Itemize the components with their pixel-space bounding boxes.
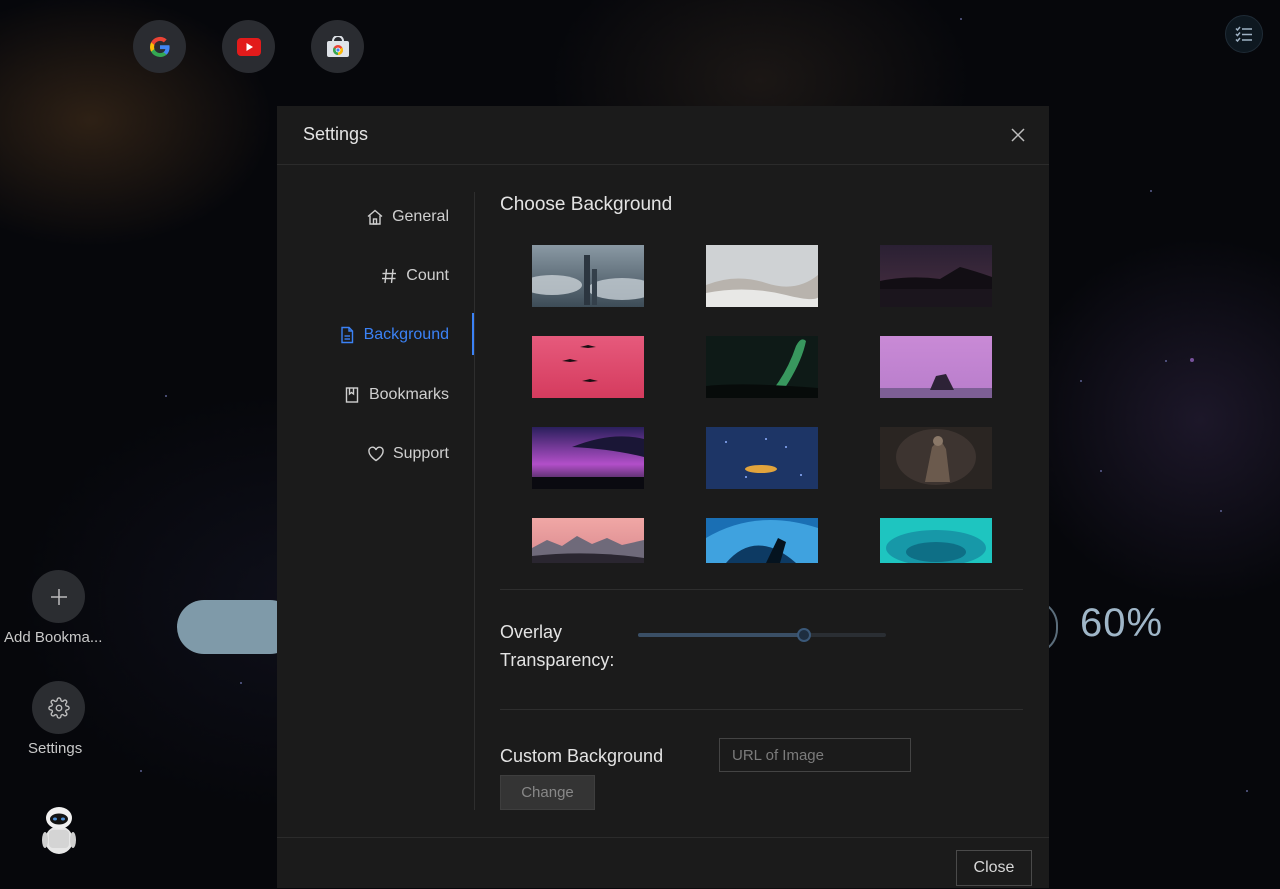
plus-icon bbox=[50, 588, 67, 605]
modal-close-button[interactable] bbox=[1007, 124, 1029, 146]
nav-item-support[interactable]: Support bbox=[367, 433, 449, 475]
modal-header: Settings bbox=[277, 106, 1049, 165]
background-thumbnail-city-clouds[interactable] bbox=[532, 245, 644, 307]
background-thumbnail-purple-sea-rock[interactable] bbox=[880, 336, 992, 398]
background-thumbnail-teal-swirl[interactable] bbox=[880, 518, 992, 563]
star bbox=[240, 682, 242, 684]
modal-footer: Close bbox=[277, 837, 1049, 889]
add-bookmark-button[interactable] bbox=[32, 570, 85, 623]
nav-item-bookmarks[interactable]: Bookmarks bbox=[343, 374, 449, 416]
background-thumbnail-snowy-hills[interactable] bbox=[706, 245, 818, 307]
checklist-button[interactable] bbox=[1225, 15, 1263, 53]
star bbox=[140, 770, 142, 772]
star bbox=[1165, 360, 1167, 362]
background-thumbnail-blue-wave-surfer[interactable] bbox=[706, 518, 818, 563]
star bbox=[1220, 510, 1222, 512]
nav-item-label: Support bbox=[392, 445, 449, 462]
background-thumbnail-dark-figure[interactable] bbox=[880, 427, 992, 489]
add-bookmark-label: Add Bookma... bbox=[4, 629, 103, 646]
settings-modal: Settings General Count Background Bookma… bbox=[277, 106, 1049, 888]
shortcut-youtube[interactable] bbox=[222, 20, 275, 73]
youtube-icon bbox=[236, 37, 261, 56]
overlay-transparency-label: Overlay Transparency: bbox=[500, 618, 640, 674]
section-title: Choose Background bbox=[500, 194, 673, 215]
image-url-input[interactable] bbox=[719, 738, 911, 772]
nav-item-general[interactable]: General bbox=[366, 196, 449, 238]
settings-button[interactable] bbox=[32, 681, 85, 734]
robot-avatar[interactable] bbox=[42, 806, 76, 854]
settings-label: Settings bbox=[28, 740, 83, 757]
background-thumbnail-pink-mountains[interactable] bbox=[532, 518, 644, 563]
modal-title: Settings bbox=[303, 124, 369, 144]
nav-item-label: Count bbox=[406, 267, 449, 284]
star bbox=[960, 18, 962, 20]
gear-icon bbox=[47, 696, 70, 719]
shortcut-chrome-web-store[interactable] bbox=[311, 20, 364, 73]
star bbox=[1246, 790, 1248, 792]
close-icon bbox=[1011, 128, 1025, 142]
home-icon bbox=[367, 209, 383, 225]
chrome-web-store-icon bbox=[326, 35, 349, 57]
section-divider bbox=[500, 589, 1023, 590]
nav-item-background[interactable]: Background bbox=[338, 314, 449, 356]
section-divider bbox=[500, 709, 1023, 710]
custom-background-label: Custom Background bbox=[500, 746, 664, 766]
progress-percent: 60% bbox=[1080, 601, 1164, 645]
checklist-icon bbox=[1235, 26, 1252, 42]
overlay-transparency-slider[interactable] bbox=[638, 628, 886, 642]
close-button[interactable]: Close bbox=[956, 850, 1032, 886]
shortcut-google[interactable] bbox=[133, 20, 186, 73]
document-icon bbox=[340, 326, 353, 344]
star bbox=[1150, 190, 1152, 192]
slider-fill bbox=[638, 633, 805, 637]
slider-thumb[interactable] bbox=[797, 628, 812, 642]
star bbox=[1080, 380, 1082, 382]
nav-item-label: General bbox=[392, 208, 449, 225]
change-button[interactable]: Change bbox=[500, 775, 595, 810]
google-icon bbox=[149, 36, 170, 57]
overlay-label-line: Transparency: bbox=[500, 650, 615, 670]
background-thumbnail-pink-sky-birds[interactable] bbox=[532, 336, 644, 398]
background-thumbnail-night-city-lights[interactable] bbox=[706, 427, 818, 489]
nav-item-count[interactable]: Count bbox=[380, 255, 449, 297]
bookmark-icon bbox=[345, 387, 359, 403]
heart-icon bbox=[368, 446, 384, 462]
nav-active-indicator bbox=[472, 313, 474, 355]
star bbox=[165, 395, 167, 397]
settings-nav: General Count Background Bookmarks Suppo… bbox=[277, 192, 475, 810]
star bbox=[1100, 470, 1102, 472]
background-thumbnail-aurora-green[interactable] bbox=[706, 336, 818, 398]
nav-item-label: Background bbox=[363, 326, 449, 343]
nav-item-label: Bookmarks bbox=[368, 386, 449, 403]
hash-icon bbox=[382, 268, 397, 284]
star bbox=[1190, 358, 1194, 362]
overlay-label-line: Overlay bbox=[500, 622, 563, 642]
background-thumbnail-purple-sunset[interactable] bbox=[532, 427, 644, 489]
background-thumbnail-night-lake[interactable] bbox=[880, 245, 992, 307]
